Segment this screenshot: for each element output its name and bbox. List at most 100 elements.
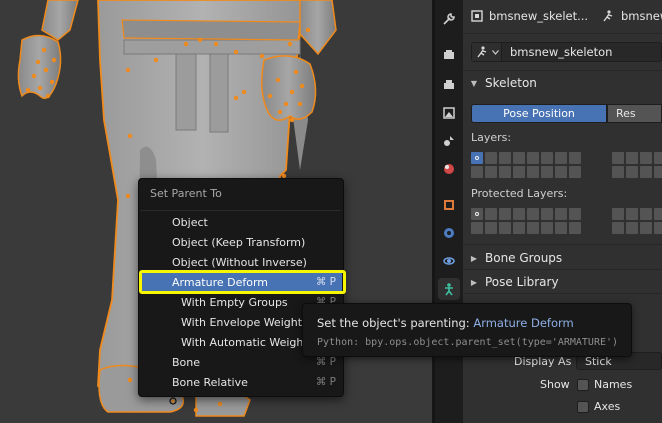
layers-grid-left[interactable] <box>471 152 581 178</box>
layer-cell[interactable] <box>654 152 662 164</box>
collapsed-triangle-icon: ▶ <box>470 277 478 287</box>
layer-cell[interactable] <box>626 166 638 178</box>
layer-cell[interactable] <box>527 166 539 178</box>
menu-item-label: Object <box>172 215 208 229</box>
pose-rest-toggle[interactable]: Pose Position Res <box>471 104 662 123</box>
menu-item-object-keep-transform[interactable]: Object (Keep Transform) <box>141 232 342 252</box>
armature-context[interactable]: bmsnew <box>601 9 662 23</box>
layer-cell[interactable] <box>499 152 511 164</box>
tab-tool[interactable] <box>438 8 460 30</box>
menu-item-label: With Empty Groups <box>181 295 288 309</box>
menu-item-armature-deform[interactable]: Armature Deform ⌘ P <box>141 272 342 292</box>
layer-cell[interactable] <box>485 208 497 220</box>
tab-physics[interactable] <box>438 250 460 272</box>
layer-cell[interactable] <box>626 152 638 164</box>
tab-view-layer[interactable] <box>438 102 460 124</box>
datablock-browse[interactable] <box>472 43 502 61</box>
menu-item-shortcut: ⌘ P <box>315 356 336 368</box>
armature-icon <box>445 283 453 296</box>
layer-cell[interactable] <box>612 222 624 234</box>
layer-cell[interactable] <box>485 152 497 164</box>
protected-layers-grid-left[interactable] <box>471 208 581 234</box>
panel-pose-library-header[interactable]: ▶ Pose Library <box>463 271 662 293</box>
tab-output[interactable] <box>438 74 460 96</box>
armature-running-icon <box>603 10 613 22</box>
panel-bone-groups-header[interactable]: ▶ Bone Groups <box>463 247 662 269</box>
menu-item-shortcut: ⌘ P <box>315 276 336 288</box>
tab-object[interactable] <box>438 194 460 216</box>
object-context[interactable]: bmsnew_skelet... <box>471 9 588 23</box>
layer-cell[interactable] <box>640 222 652 234</box>
menu-item-object[interactable]: Object <box>141 212 342 232</box>
layer-cell[interactable] <box>569 222 581 234</box>
layer-cell[interactable] <box>569 152 581 164</box>
menu-item-bone-relative[interactable]: Bone Relative ⌘ P <box>141 372 342 392</box>
layer-cell[interactable] <box>471 166 483 178</box>
tab-armature-data[interactable] <box>438 278 460 300</box>
layer-cell[interactable] <box>527 208 539 220</box>
layer-cell[interactable] <box>612 166 624 178</box>
axes-checkbox-row[interactable]: Axes <box>577 400 620 413</box>
modifier-icon <box>444 228 454 238</box>
layer-cell[interactable] <box>541 208 553 220</box>
object-icon <box>444 200 454 210</box>
rest-position-button[interactable]: Res <box>607 104 662 123</box>
layer-cell[interactable] <box>513 222 525 234</box>
layer-cell[interactable] <box>499 208 511 220</box>
layer-cell[interactable] <box>471 152 483 164</box>
layer-cell[interactable] <box>555 166 567 178</box>
panel-pose-library-title: Pose Library <box>485 275 559 289</box>
layer-cell[interactable] <box>499 166 511 178</box>
layer-cell[interactable] <box>513 208 525 220</box>
layer-cell[interactable] <box>626 208 638 220</box>
layer-cell[interactable] <box>527 152 539 164</box>
menu-title: Set Parent To <box>150 187 222 200</box>
layer-cell[interactable] <box>640 166 652 178</box>
axes-checkbox[interactable] <box>577 400 589 413</box>
layer-cell[interactable] <box>485 222 497 234</box>
armature-datablock-selector[interactable]: bmsnew_skeleton <box>471 42 662 62</box>
panel-skeleton-header[interactable]: ▼ Skeleton <box>463 72 662 94</box>
tab-modifiers[interactable] <box>438 222 460 244</box>
layer-cell[interactable] <box>499 222 511 234</box>
layer-cell[interactable] <box>654 208 662 220</box>
layers-grid-right[interactable] <box>612 152 662 178</box>
layer-cell[interactable] <box>612 208 624 220</box>
layer-cell[interactable] <box>541 222 553 234</box>
layer-cell[interactable] <box>654 166 662 178</box>
layer-cell[interactable] <box>513 166 525 178</box>
properties-tabs <box>435 0 463 423</box>
tooltip-description: Set the object's parenting: Armature Def… <box>317 316 574 330</box>
tab-render[interactable] <box>438 44 460 66</box>
menu-item-object-without-inverse[interactable]: Object (Without Inverse) <box>141 252 342 272</box>
layer-cell[interactable] <box>541 152 553 164</box>
layer-cell[interactable] <box>471 208 483 220</box>
layer-cell[interactable] <box>569 208 581 220</box>
layer-cell[interactable] <box>626 222 638 234</box>
layer-cell[interactable] <box>640 208 652 220</box>
world-icon <box>444 164 454 174</box>
layer-cell[interactable] <box>555 152 567 164</box>
layer-cell[interactable] <box>555 222 567 234</box>
panel-skeleton-title: Skeleton <box>485 76 537 90</box>
layer-cell[interactable] <box>640 152 652 164</box>
layer-cell[interactable] <box>513 152 525 164</box>
pose-position-button[interactable]: Pose Position <box>471 104 607 123</box>
layer-cell[interactable] <box>569 166 581 178</box>
layer-cell[interactable] <box>612 152 624 164</box>
layer-cell[interactable] <box>541 166 553 178</box>
layer-cell[interactable] <box>527 222 539 234</box>
layer-cell[interactable] <box>485 166 497 178</box>
layer-cell[interactable] <box>654 222 662 234</box>
tab-scene[interactable] <box>438 130 460 152</box>
physics-icon <box>443 257 455 265</box>
menu-item-label: Armature Deform <box>172 275 269 289</box>
layer-cell[interactable] <box>471 222 483 234</box>
armature-running-icon <box>476 46 486 58</box>
names-checkbox[interactable] <box>577 378 589 391</box>
collapsed-triangle-icon: ▶ <box>470 253 478 263</box>
names-checkbox-row[interactable]: Names <box>577 378 632 391</box>
layer-cell[interactable] <box>555 208 567 220</box>
tab-world[interactable] <box>438 158 460 180</box>
protected-layers-grid-right[interactable] <box>612 208 662 234</box>
